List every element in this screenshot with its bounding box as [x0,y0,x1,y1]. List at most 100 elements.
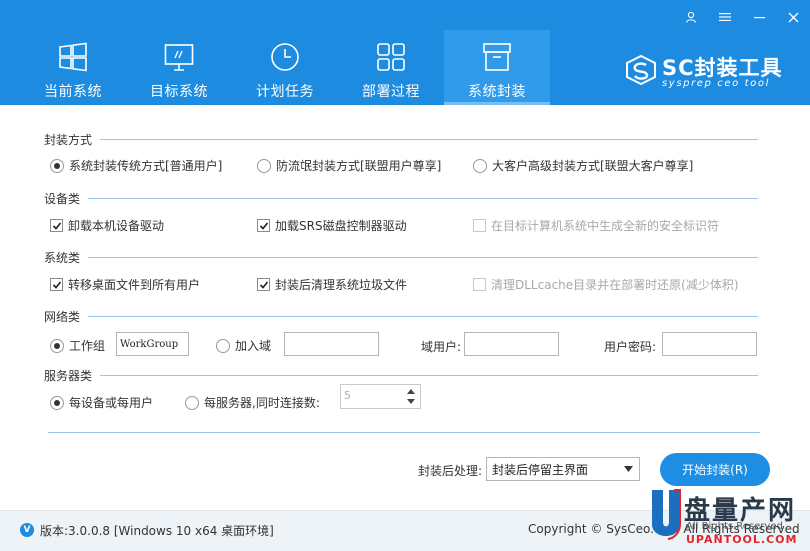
domain-user-input[interactable] [464,332,559,356]
section-title: 网络类 [44,309,81,324]
package-icon [483,43,511,71]
radio-mode-enterprise[interactable]: 大客户高级封装方式[联盟大客户尊享] [473,157,693,174]
user-icon[interactable] [674,0,708,34]
option-label: 大客户高级封装方式[联盟大客户尊享] [492,159,694,173]
checkbox-move-desktop-files[interactable]: 转移桌面文件到所有用户 [50,276,200,293]
section-divider [88,315,759,317]
option-label: 加入域 [235,339,272,353]
stepper-down-icon[interactable] [404,396,418,407]
checkmark-icon [259,281,269,289]
radio-per-device[interactable]: 每设备或每用户 [50,394,153,411]
tab-target-system[interactable]: 目标系统 [126,30,232,105]
checkbox-clean-junk[interactable]: 封装后清理系统垃圾文件 [257,276,407,293]
section-system: 系统类 [44,249,759,265]
sc-logo-icon [626,54,656,86]
tab-label: 系统封装 [468,84,526,100]
checkbox [473,219,486,232]
package-settings-panel: 封装方式 系统封装传统方式[普通用户] 防流氓封装方式[联盟用户尊享] 大客户高… [0,105,810,510]
windows-icon [59,42,87,72]
section-divider [100,374,759,376]
tab-current-system[interactable]: 当前系统 [20,30,126,105]
radio-button[interactable] [473,158,487,173]
radio-button[interactable] [50,158,64,173]
close-icon[interactable] [776,0,810,34]
brand-logo: SC封装工具 sysprep ceo tool [624,52,794,92]
option-label: 转移桌面文件到所有用户 [68,278,201,292]
tab-deploy-process[interactable]: 部署过程 [338,30,444,105]
clock-icon [271,43,299,71]
option-label: 封装后清理系统垃圾文件 [275,278,408,292]
watermark: 盘量产网 All Rights Reserved UPANTOOL.COM [648,486,810,551]
radio-button[interactable] [216,338,230,353]
title-bar: 当前系统 目标系统 计划任务 部署过程 系统封装 SC封装工具 sysprep … [0,0,810,105]
radio-button[interactable] [50,395,64,410]
option-label: 系统封装传统方式[普通用户] [69,159,223,173]
checkbox[interactable] [257,278,270,291]
option-label: 工作组 [69,339,106,353]
checkbox-new-sid: 在目标计算机系统中生成全新的安全标识符 [473,217,719,234]
option-label: 防流氓封装方式[联盟用户尊享] [276,159,442,173]
version-text: 版本:3.0.0.8 [Windows 10 x64 桌面环境] [40,524,274,538]
checkbox-clean-dllcache: 清理DLLcache目录并在部署时还原(减少体积) [473,276,739,293]
checkbox-load-srs-driver[interactable]: 加载SRS磁盘控制器驱动 [257,217,407,234]
password-input[interactable] [662,332,757,356]
workgroup-input[interactable]: WorkGroup [116,332,189,356]
section-divider [88,256,759,258]
checkmark-icon [52,222,62,230]
monitor-icon [164,44,194,71]
radio-button[interactable] [257,158,271,173]
menu-icon[interactable] [708,0,742,34]
radio-mode-traditional[interactable]: 系统封装传统方式[普通用户] [50,157,222,174]
checkbox[interactable] [257,219,270,232]
tab-scheduled-tasks[interactable]: 计划任务 [232,30,338,105]
section-divider [88,197,759,199]
radio-button[interactable] [50,338,64,353]
option-label: 卸载本机设备驱动 [68,219,165,233]
tab-label: 部署过程 [362,84,420,100]
section-package-mode: 封装方式 [44,131,759,147]
after-process-select[interactable]: 封装后停留主界面 [486,457,640,481]
section-network: 网络类 [44,308,759,324]
radio-per-server[interactable]: 每服务器,同时连接数: [185,394,320,411]
checkmark-icon [259,222,269,230]
grid-icon [377,43,405,71]
section-title: 服务器类 [44,368,93,383]
after-process-label: 封装后处理: [418,464,483,478]
brand-tagline: sysprep ceo tool [662,78,770,89]
window-controls [674,0,810,34]
checkbox [473,278,486,291]
section-title: 系统类 [44,250,81,265]
domain-user-label: 域用户: [421,340,462,354]
tab-label: 计划任务 [256,84,314,100]
minimize-icon[interactable] [742,0,776,34]
checkbox[interactable] [50,219,63,232]
option-label: 在目标计算机系统中生成全新的安全标识符 [491,219,720,233]
tab-label: 目标系统 [150,84,208,100]
select-value: 封装后停留主界面 [492,462,589,477]
option-label: 每服务器,同时连接数: [204,396,320,410]
checkbox-uninstall-drivers[interactable]: 卸载本机设备驱动 [50,217,164,234]
start-package-button[interactable]: 开始封装(R) [660,453,770,486]
radio-button[interactable] [185,395,199,410]
tab-system-package[interactable]: 系统封装 [444,30,550,105]
password-label: 用户密码: [604,340,657,354]
connections-stepper[interactable]: 5 [340,384,421,409]
main-tabs: 当前系统 目标系统 计划任务 部署过程 系统封装 [20,30,550,105]
watermark-url: UPANTOOL.COM [686,533,798,546]
domain-input[interactable] [284,332,379,356]
section-device: 设备类 [44,190,759,206]
watermark-rights: All Rights Reserved [686,521,783,532]
u-logo-icon [652,489,681,540]
section-title: 封装方式 [44,132,93,147]
option-label: 每设备或每用户 [69,396,154,410]
section-server: 服务器类 [44,367,759,383]
radio-mode-anti-rogue[interactable]: 防流氓封装方式[联盟用户尊享] [257,157,441,174]
radio-join-domain[interactable]: 加入域 [216,337,271,354]
chevron-down-icon [624,466,633,472]
connections-value: 5 [344,389,351,402]
radio-workgroup[interactable]: 工作组 [50,337,105,354]
checkbox[interactable] [50,278,63,291]
option-label: 清理DLLcache目录并在部署时还原(减少体积) [491,278,739,292]
section-divider [48,432,760,433]
section-title: 设备类 [44,191,81,206]
